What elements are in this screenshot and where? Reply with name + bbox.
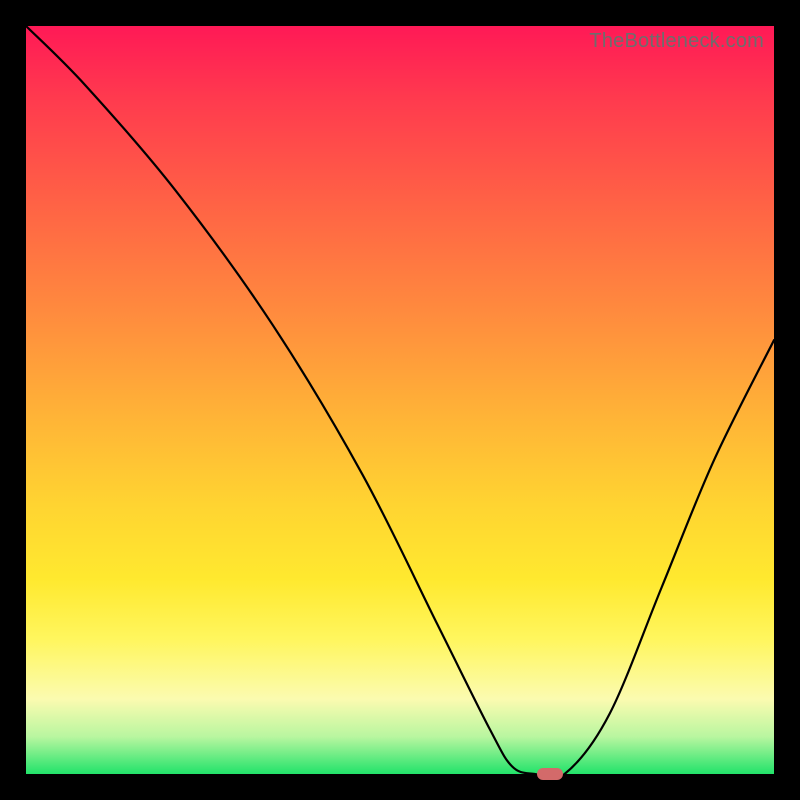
chart-frame: TheBottleneck.com <box>0 0 800 800</box>
optimum-marker <box>537 768 563 780</box>
bottleneck-curve <box>26 26 774 774</box>
plot-area: TheBottleneck.com <box>26 26 774 774</box>
